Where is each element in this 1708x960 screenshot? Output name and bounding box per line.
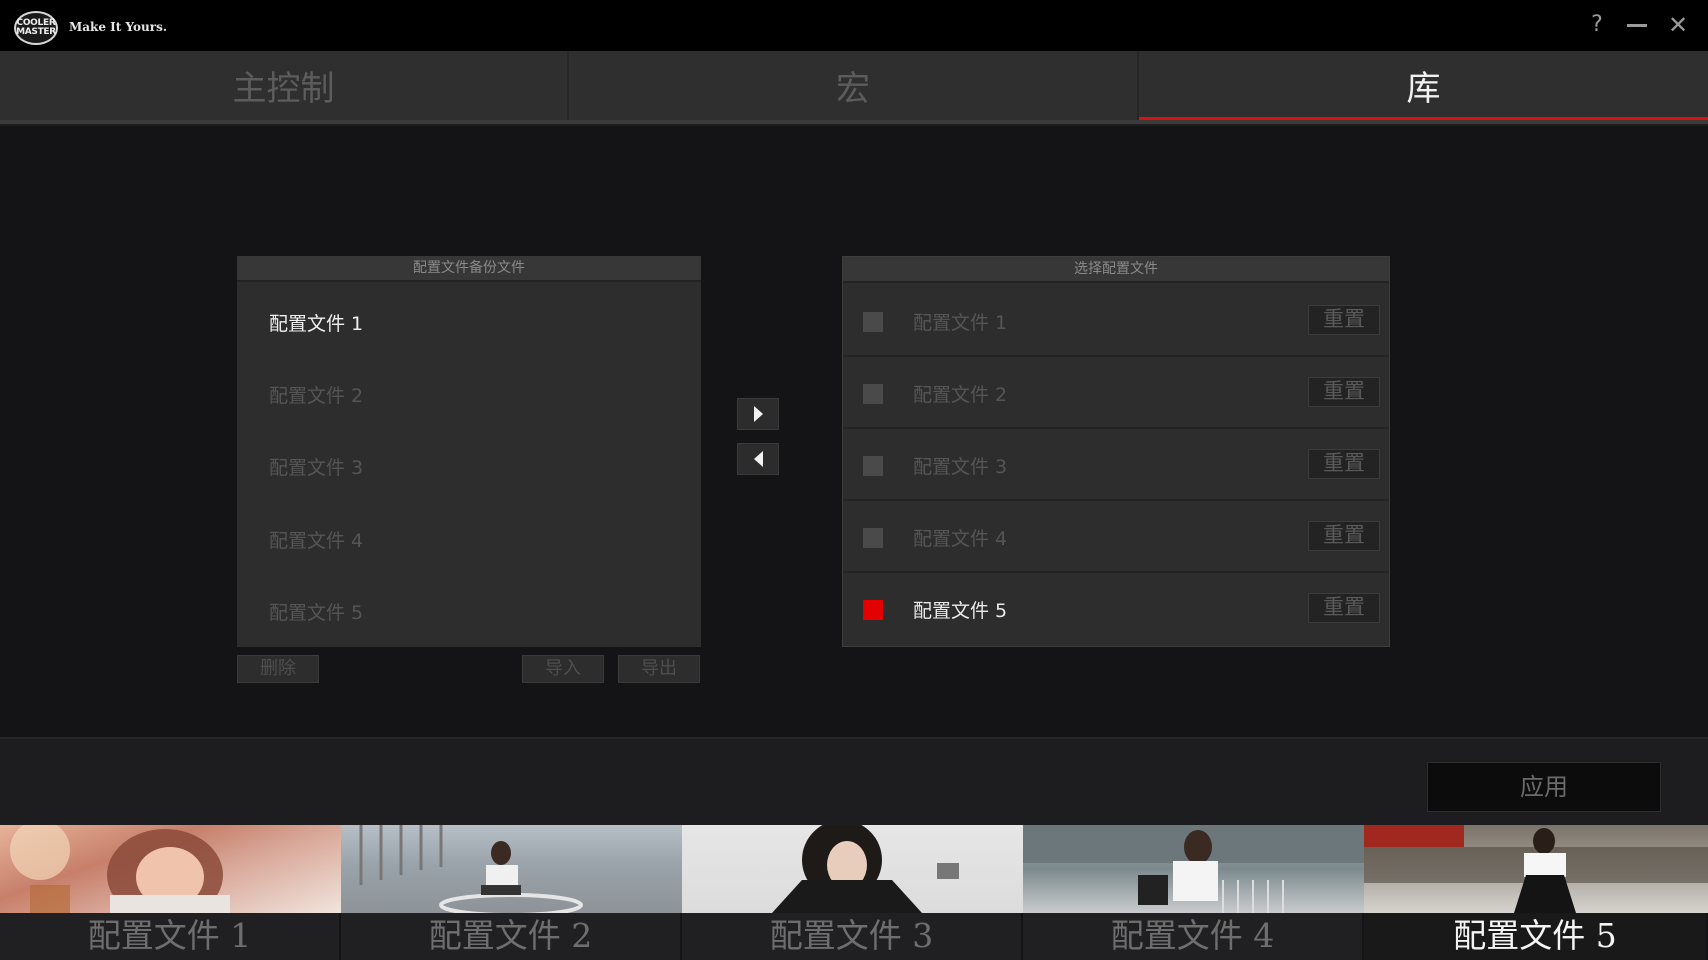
tab-macro[interactable]: 宏 [569,51,1139,120]
profile-1-label: 配置文件 1 [0,913,341,960]
profile-3-label: 配置文件 3 [682,913,1023,960]
export-button[interactable]: 导出 [618,655,700,683]
select-row-label: 配置文件 4 [913,528,1008,550]
profile-4-photo [1023,825,1364,913]
backup-item-4[interactable]: 配置文件 4 [269,526,363,553]
profile-2-label: 配置文件 2 [341,913,682,960]
profile-1-checkbox[interactable] [863,312,883,332]
reset-profile-5-button[interactable]: 重置 [1308,593,1380,623]
profile-2-photo-art [359,825,583,917]
reset-profile-1-button[interactable]: 重置 [1308,305,1380,335]
select-row-4: 配置文件 4 重置 [843,501,1389,573]
import-button[interactable]: 导入 [522,655,604,683]
tab-main-control[interactable]: 主控制 [0,51,569,120]
profile-4-checkbox[interactable] [863,528,883,548]
profile-3-photo [682,825,1023,913]
backup-item-2[interactable]: 配置文件 2 [269,381,363,408]
tabs-divider-shadow [0,124,1708,126]
tab-library[interactable]: 库 [1139,51,1708,120]
close-icon[interactable]: ✕ [1662,10,1694,40]
apply-button[interactable]: 应用 [1427,762,1661,812]
move-left-button[interactable] [737,443,779,475]
profile-3-checkbox[interactable] [863,456,883,476]
profile-1-photo-art [10,825,230,921]
select-row-1: 配置文件 1 重置 [843,285,1389,357]
delete-button[interactable]: 删除 [237,655,319,683]
profile-2-photo [341,825,682,917]
profile-card-3[interactable]: 配置文件 3 [682,825,1023,960]
backup-item-1[interactable]: 配置文件 1 [269,309,363,336]
profile-3-photo-art [772,825,959,913]
select-row-label: 配置文件 5 [913,600,1008,622]
profile-card-2[interactable]: 配置文件 2 [341,825,682,960]
select-row-5: 配置文件 5 重置 [843,573,1389,645]
profile-4-label: 配置文件 4 [1023,913,1364,960]
arrow-right-icon [753,406,763,422]
logo-text: COOLER MASTER [16,18,56,37]
backup-item-5[interactable]: 配置文件 5 [269,598,363,625]
select-row-label: 配置文件 2 [913,384,1008,406]
select-panel-header: 选择配置文件 [843,257,1389,283]
tagline: Make It Yours. [69,20,168,34]
profile-2-checkbox[interactable] [863,384,883,404]
select-profile-panel: 选择配置文件 配置文件 1 重置 配置文件 2 重置 配置文件 3 重置 配置文… [842,256,1390,647]
cooler-master-logo: COOLER MASTER [14,11,58,45]
profile-5-photo [1364,825,1708,913]
profile-card-4[interactable]: 配置文件 4 [1023,825,1364,960]
select-row-3: 配置文件 3 重置 [843,429,1389,501]
profile-4-photo-art [1023,825,1364,913]
reset-profile-2-button[interactable]: 重置 [1308,377,1380,407]
profile-card-5[interactable]: 配置文件 5 [1364,825,1708,960]
select-row-label: 配置文件 3 [913,456,1008,478]
backup-files-panel: 配置文件备份文件 配置文件 1 配置文件 2 配置文件 3 配置文件 4 配置文… [237,256,701,647]
profile-5-checkbox[interactable] [863,600,883,620]
profile-card-1[interactable]: 配置文件 1 [0,825,341,960]
help-icon[interactable]: ? [1581,10,1613,40]
select-row-2: 配置文件 2 重置 [843,357,1389,429]
profile-1-photo [0,825,341,921]
select-row-label: 配置文件 1 [913,312,1008,334]
reset-profile-4-button[interactable]: 重置 [1308,521,1380,551]
arrow-left-icon [753,451,763,467]
minimize-icon[interactable] [1620,10,1652,40]
profile-5-label: 配置文件 5 [1364,913,1708,960]
backup-panel-header: 配置文件备份文件 [237,256,701,282]
main-tabs: 主控制 宏 库 [0,51,1708,120]
reset-profile-3-button[interactable]: 重置 [1308,449,1380,479]
title-bar: COOLER MASTER Make It Yours. ? ✕ [0,0,1708,51]
profile-5-photo-art [1364,825,1708,913]
move-right-button[interactable] [737,398,779,430]
profile-strip: 配置文件 1 配置文件 2 配置文件 3 配置文件 4 配置文件 5 [0,825,1708,960]
backup-item-3[interactable]: 配置文件 3 [269,453,363,480]
